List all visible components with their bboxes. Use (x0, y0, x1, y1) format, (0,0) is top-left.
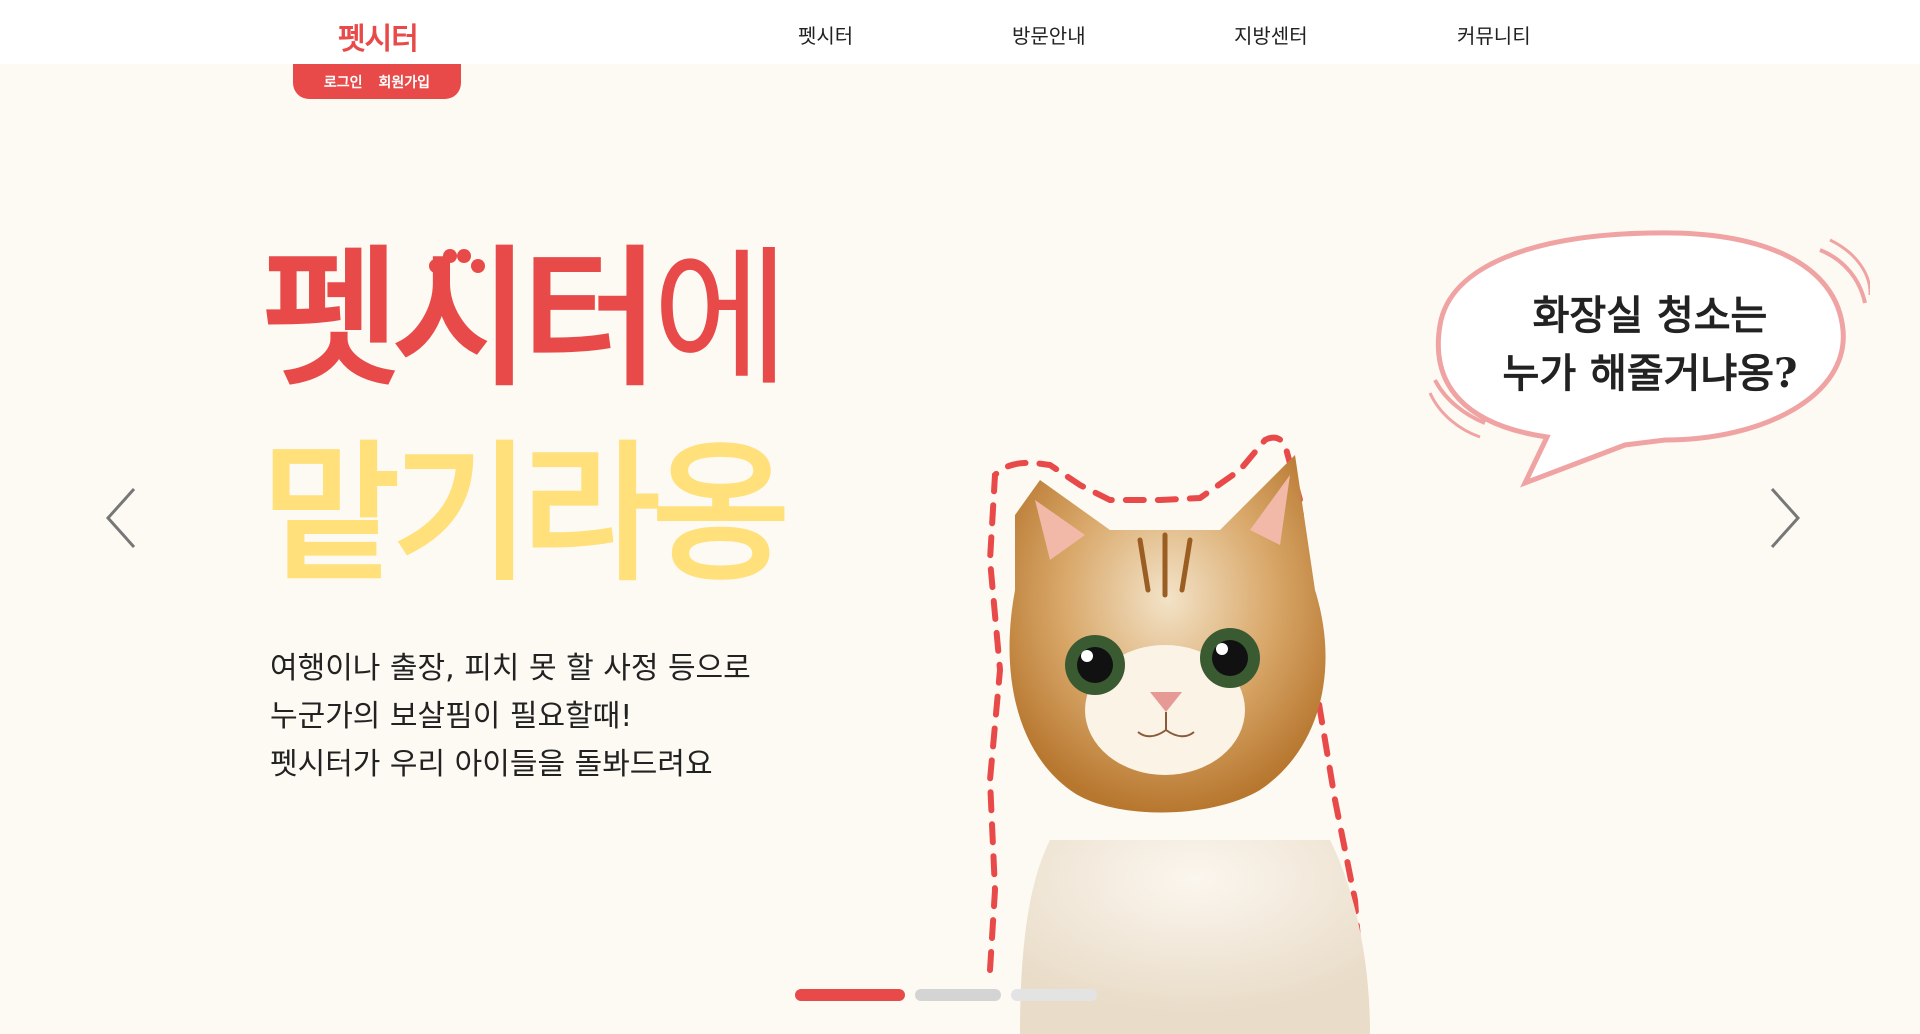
nav-item-local-center[interactable]: 지방센터 (1234, 20, 1308, 49)
hero-desc-line: 누군가의 보살핌이 필요할때! (270, 699, 633, 734)
auth-tab: 로그인 회원가입 (293, 64, 461, 99)
pager-dot-active[interactable] (795, 989, 905, 1001)
nav-item-petsitter[interactable]: 펫시터 (798, 20, 853, 49)
hero-title-suffix: 에 (652, 233, 790, 407)
signup-link[interactable]: 회원가입 (379, 72, 431, 92)
bubble-line: 누가 해줄거냐옹? (1502, 350, 1798, 397)
pager-dot[interactable] (1011, 989, 1097, 1001)
pager-dot[interactable] (915, 989, 1001, 1001)
bubble-line: 화장실 청소는 (1532, 292, 1768, 339)
hero-desc-line: 여행이나 출장, 피치 못 할 사정 등으로 (270, 651, 751, 686)
chevron-left-icon[interactable] (100, 483, 146, 553)
top-header: 펫시터 펫시터 방문안내 지방센터 커뮤니티 (0, 0, 1920, 64)
speech-bubble-text: 화장실 청소는 누가 해줄거냐옹? (1500, 287, 1800, 403)
nav-item-visit-guide[interactable]: 방문안내 (1012, 20, 1086, 49)
hero-description: 여행이나 출장, 피치 못 할 사정 등으로 누군가의 보살핌이 필요할때! 펫… (270, 645, 751, 789)
login-link[interactable]: 로그인 (324, 72, 363, 92)
hero-desc-line: 펫시터가 우리 아이들을 돌봐드려요 (270, 747, 713, 782)
main-nav: 펫시터 방문안내 지방센터 커뮤니티 (0, 20, 1920, 50)
cat-image (986, 434, 1370, 1034)
slide-pager (795, 989, 1097, 1001)
paw-icon (429, 249, 485, 273)
nav-item-community[interactable]: 커뮤니티 (1457, 20, 1531, 49)
hero-title-line1: 펫시터에 (262, 245, 790, 395)
hero-title-line2: 맡기라옹 (262, 428, 790, 602)
